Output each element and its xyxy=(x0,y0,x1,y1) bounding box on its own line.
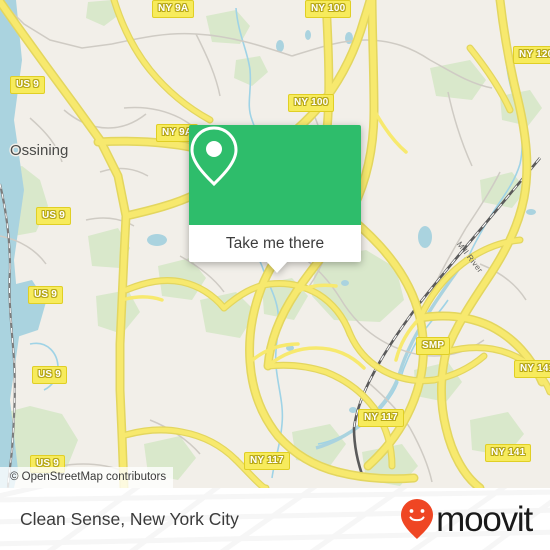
road-shield-us-9-2: US 9 xyxy=(36,207,72,225)
moovit-brand[interactable]: moovit xyxy=(400,488,533,550)
road-shield-us-9-4: US 9 xyxy=(32,366,68,384)
road-shield-ny-100-mid: NY 100 xyxy=(288,94,335,112)
road-shield-ny-141-1: NY 141 xyxy=(514,360,550,378)
road-shield-ny-120: NY 120 xyxy=(513,46,550,64)
road-shield-us-9-3: US 9 xyxy=(28,286,64,304)
road-shield-smp: SMP xyxy=(416,337,451,355)
venue-title: Clean Sense, New York City xyxy=(20,508,239,529)
moovit-wordmark: moovit xyxy=(436,499,533,539)
map-canvas[interactable]: Ossining Mill River NY 9A NY 100 NY 120 … xyxy=(0,0,550,488)
map-pin-icon xyxy=(190,126,238,187)
take-me-there-callout[interactable]: Take me there xyxy=(189,125,361,273)
road-shield-ny-9a-top: NY 9A xyxy=(152,0,195,18)
callout-button[interactable]: Take me there xyxy=(189,225,361,273)
map-screenshot: Ossining Mill River NY 9A NY 100 NY 120 … xyxy=(0,0,550,550)
callout-marker-area xyxy=(189,125,361,225)
road-shield-ny-117-2: NY 117 xyxy=(244,452,290,470)
bottom-info-bar: Clean Sense, New York City moovit xyxy=(0,488,550,550)
callout-button-label: Take me there xyxy=(225,234,325,252)
osm-attribution[interactable]: © OpenStreetMap contributors xyxy=(0,467,174,488)
moovit-smiley-pin-icon xyxy=(401,499,434,539)
road-shield-ny-141-2: NY 141 xyxy=(485,444,532,462)
road-shield-ny-117-1: NY 117 xyxy=(358,409,404,427)
road-shield-ny-100-top: NY 100 xyxy=(305,0,352,18)
callout-pointer-tail xyxy=(266,261,288,273)
road-shield-us-9-1: US 9 xyxy=(10,76,46,94)
place-label-ossining: Ossining xyxy=(10,142,69,159)
